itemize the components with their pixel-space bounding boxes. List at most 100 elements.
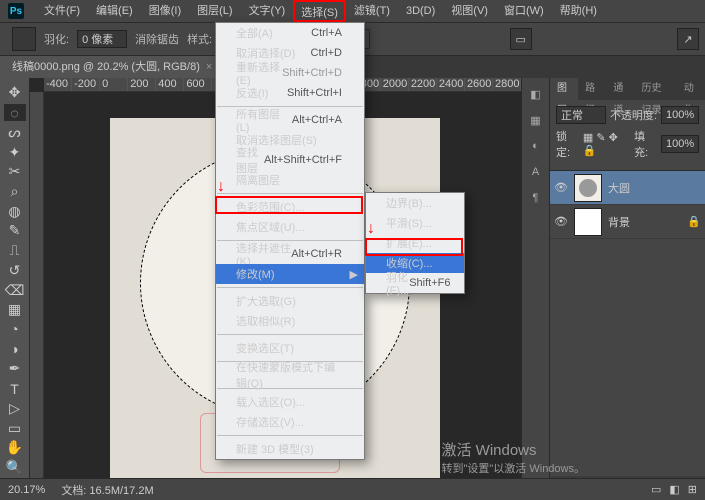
menu-item[interactable]: 选取相似(R) <box>216 311 364 331</box>
menubar: Ps 文件(F)编辑(E)图像(I)图层(L)文字(Y)选择(S)滤镜(T)3D… <box>0 0 705 22</box>
menu-item[interactable]: 修改(M)▶ <box>216 264 364 284</box>
feather-label: 羽化: <box>44 31 69 47</box>
ruler-vertical <box>30 92 44 500</box>
history-brush-icon[interactable]: ↺ <box>4 261 26 279</box>
gradient-tool-icon[interactable]: ▦ <box>4 301 26 319</box>
char-panel-icon[interactable]: A <box>528 164 544 180</box>
menu-item[interactable]: 所有图层(L)Alt+Ctrl+A <box>216 110 364 130</box>
shape-tool-icon[interactable]: ▭ <box>4 419 26 437</box>
menu-item[interactable]: 3D(D) <box>398 0 443 22</box>
annotation-box <box>215 196 363 214</box>
hand-tool-icon[interactable]: ✋ <box>4 439 26 457</box>
menu-item[interactable]: 选择(S) <box>293 0 346 22</box>
eyedropper-tool-icon[interactable]: ⌕ <box>4 183 26 201</box>
menu-item[interactable]: 隔离图层 <box>216 170 364 190</box>
menu-item[interactable]: 窗口(W) <box>496 0 552 22</box>
eraser-tool-icon[interactable]: ⌫ <box>4 281 26 299</box>
layer-row[interactable]: 👁 背景 🔒 <box>550 205 705 239</box>
marquee-tool-icon[interactable]: ◌ <box>4 104 26 122</box>
visibility-icon[interactable]: 👁 <box>554 181 568 195</box>
menu-item[interactable]: 图像(I) <box>141 0 189 22</box>
blend-mode-select[interactable]: 正常 <box>556 106 606 124</box>
lock-icons[interactable]: ▦ ✎ ✥ 🔒 <box>583 131 630 157</box>
panel-tab[interactable]: 图层 <box>550 78 578 100</box>
menu-item[interactable]: 新建 3D 模型(3) <box>216 439 364 459</box>
panel-tab[interactable]: 路径 <box>578 78 606 100</box>
color-panel-icon[interactable]: ◧ <box>528 86 544 102</box>
menu-item[interactable]: 滤镜(T) <box>346 0 398 22</box>
layer-thumb <box>574 174 602 202</box>
zoom-tool-icon[interactable]: 🔍 <box>4 459 26 477</box>
doc-tab-title: 线稿0000.png @ 20.2% (大圆, RGB/8) <box>12 56 200 78</box>
layers-list: 👁 大圆 👁 背景 🔒 <box>550 171 705 476</box>
wand-tool-icon[interactable]: ✦ <box>4 143 26 161</box>
workspace-icon[interactable]: ▭ <box>510 28 532 50</box>
menu-item[interactable]: 帮助(H) <box>552 0 605 22</box>
menu-item[interactable]: 选择并遮住(K)...Alt+Ctrl+R <box>216 244 364 264</box>
fill-input[interactable]: 100% <box>661 135 699 153</box>
lasso-tool-icon[interactable]: ᔕ <box>4 123 26 141</box>
menu-item[interactable]: 焦点区域(U)... <box>216 217 364 237</box>
annotation-arrow-icon: ↓ <box>367 220 375 238</box>
status-icon[interactable]: ▭ <box>651 483 661 496</box>
select-menu-dropdown: 全部(A)Ctrl+A取消选择(D)Ctrl+D重新选择(E)Shift+Ctr… <box>215 22 365 460</box>
path-tool-icon[interactable]: ▷ <box>4 400 26 418</box>
move-tool-icon[interactable]: ✥ <box>4 84 26 102</box>
status-icon[interactable]: ◧ <box>669 483 679 496</box>
menu-item[interactable]: 反选(I)Shift+Ctrl+I <box>216 83 364 103</box>
tool-preset-icon[interactable] <box>12 27 36 51</box>
menu-item[interactable]: 扩大选取(G) <box>216 291 364 311</box>
panel-tabs: 图层路径通道历史记录动作 <box>550 78 705 100</box>
right-dock: ◧ ▦ ◐ A ¶ <box>521 78 549 500</box>
adjust-panel-icon[interactable]: ◐ <box>528 138 544 154</box>
menu-item[interactable]: 图层(L) <box>189 0 240 22</box>
swatch-panel-icon[interactable]: ▦ <box>528 112 544 128</box>
menu-item[interactable]: 在快速蒙版模式下编辑(Q) <box>216 365 364 385</box>
panels: 图层路径通道历史记录动作 正常 不透明度: 100% 锁定: ▦ ✎ ✥ 🔒 填… <box>549 78 705 500</box>
menu-item[interactable]: 文件(F) <box>36 0 88 22</box>
doc-info[interactable]: 文档: 16.5M/17.2M <box>61 482 153 498</box>
doc-tab[interactable]: 线稿0000.png @ 20.2% (大圆, RGB/8) × <box>0 56 225 78</box>
menu-item[interactable]: 编辑(E) <box>88 0 141 22</box>
menu-item[interactable]: 载入选区(O)... <box>216 392 364 412</box>
annotation-arrow-icon: ↓ <box>217 178 225 196</box>
crop-tool-icon[interactable]: ✂ <box>4 163 26 181</box>
layer-name[interactable]: 背景 <box>608 214 630 230</box>
menu-item[interactable]: 视图(V) <box>443 0 496 22</box>
menu-item[interactable]: 变换选区(T) <box>216 338 364 358</box>
layer-name[interactable]: 大圆 <box>608 180 630 196</box>
menu-item: 重新选择(E)Shift+Ctrl+D <box>216 63 364 83</box>
antialias-checkbox[interactable]: 消除锯齿 <box>135 31 179 47</box>
lock-icon: 🔒 <box>687 215 701 228</box>
blur-tool-icon[interactable]: ◔ <box>4 321 26 339</box>
para-panel-icon[interactable]: ¶ <box>528 190 544 206</box>
menu-item[interactable]: 全部(A)Ctrl+A <box>216 23 364 43</box>
windows-watermark: 激活 Windows转到"设置"以激活 Windows。 <box>442 439 586 476</box>
menu-item[interactable]: 存储选区(V)... <box>216 412 364 432</box>
lock-label: 锁定: <box>556 128 579 160</box>
stamp-tool-icon[interactable]: ⎍ <box>4 242 26 260</box>
zoom-level[interactable]: 20.17% <box>8 484 45 496</box>
pen-tool-icon[interactable]: ✒ <box>4 360 26 378</box>
status-icon[interactable]: ⊞ <box>688 483 697 496</box>
panel-tab[interactable]: 通道 <box>606 78 634 100</box>
heal-tool-icon[interactable]: ◍ <box>4 202 26 220</box>
menu-item[interactable]: 收缩(C)... <box>366 253 464 273</box>
menu-item[interactable]: 平滑(S)... <box>366 213 464 233</box>
brush-tool-icon[interactable]: ✎ <box>4 222 26 240</box>
feather-input[interactable]: 0 像素 <box>77 30 127 48</box>
menu-item[interactable]: 羽化(F)...Shift+F6 <box>366 273 464 293</box>
type-tool-icon[interactable]: T <box>4 380 26 398</box>
layer-row[interactable]: 👁 大圆 <box>550 171 705 205</box>
dodge-tool-icon[interactable]: ◑ <box>4 340 26 358</box>
menu-item[interactable]: 查找图层Alt+Shift+Ctrl+F <box>216 150 364 170</box>
menu-item[interactable]: 文字(Y) <box>241 0 294 22</box>
opacity-label: 不透明度: <box>610 107 657 123</box>
opacity-input[interactable]: 100% <box>661 106 699 124</box>
close-icon[interactable]: × <box>206 56 212 78</box>
panel-tab[interactable]: 历史记录 <box>635 78 677 100</box>
menu-item[interactable]: 边界(B)... <box>366 193 464 213</box>
share-icon[interactable]: ↗ <box>677 28 699 50</box>
visibility-icon[interactable]: 👁 <box>554 215 568 229</box>
panel-tab[interactable]: 动作 <box>677 78 705 100</box>
